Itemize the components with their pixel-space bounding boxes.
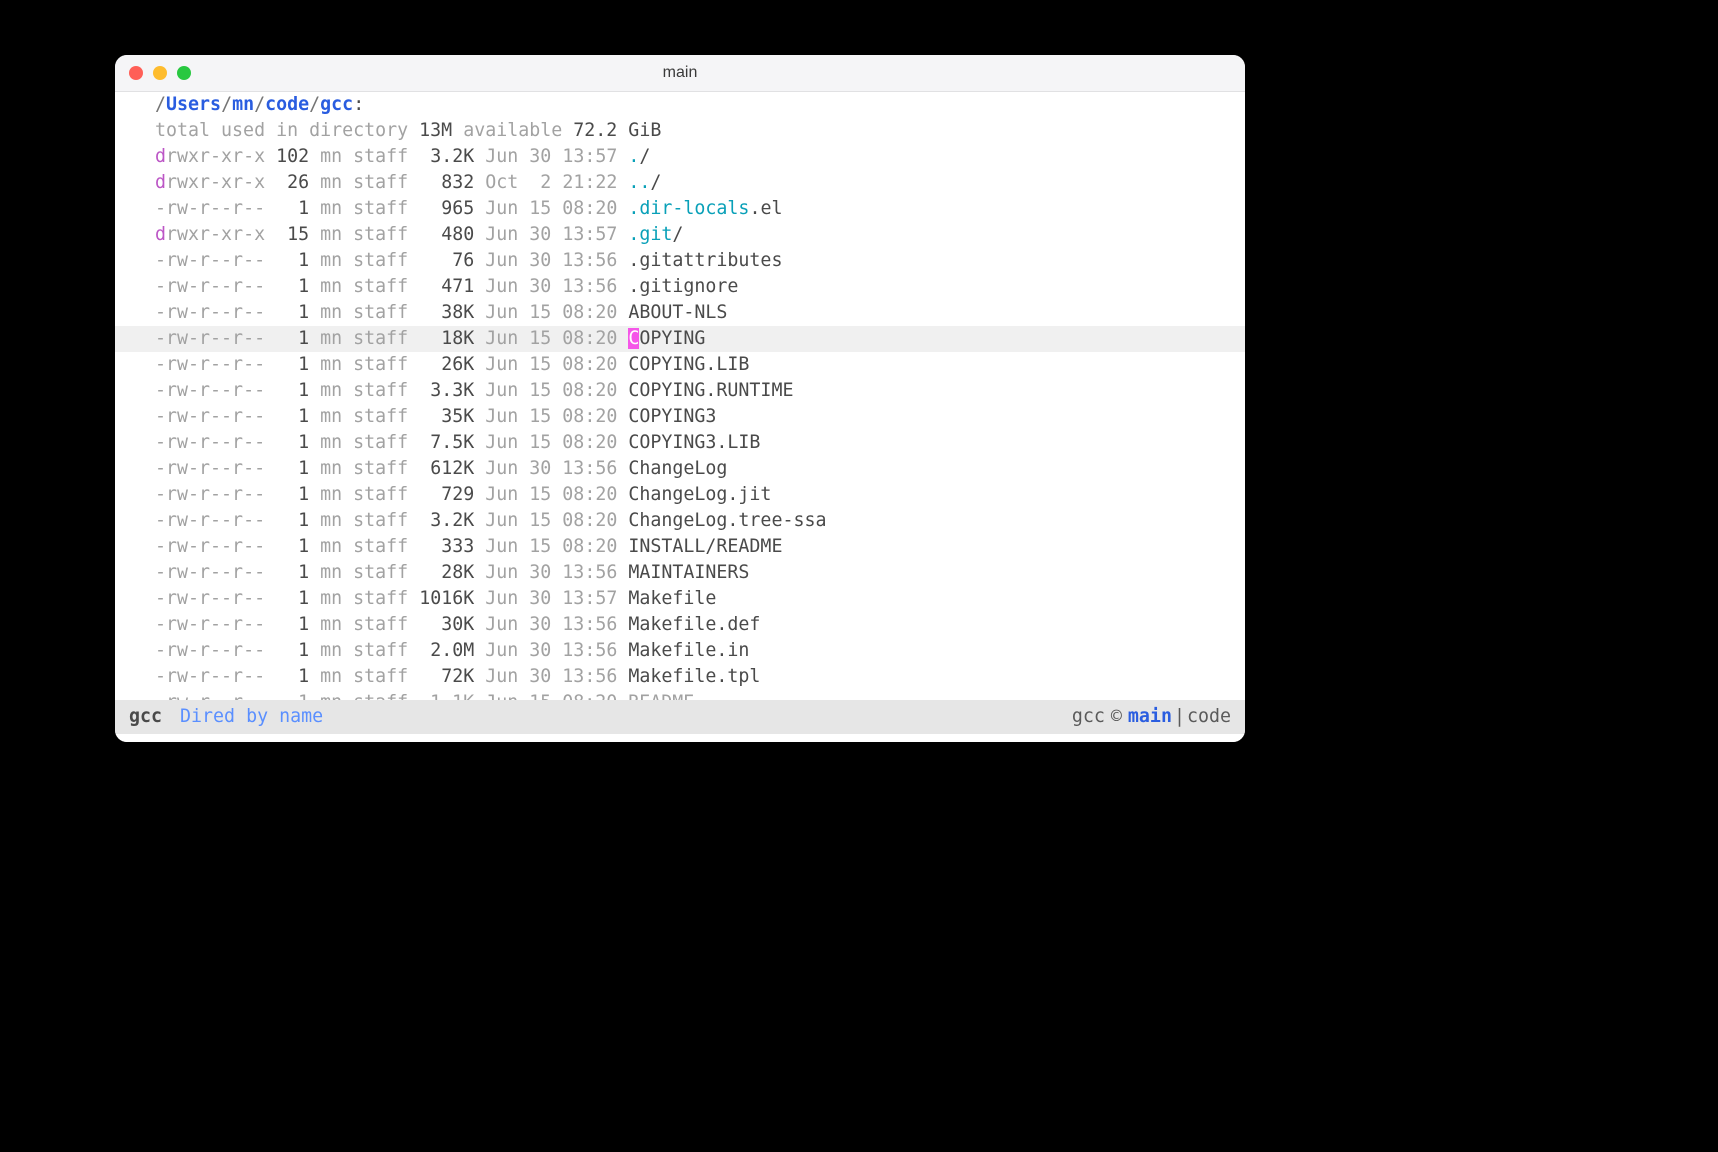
dired-entry[interactable]: -rw-r--r-- 1 mn staff 38K Jun 15 08:20 A… bbox=[115, 300, 1245, 326]
mode-line[interactable]: gcc Dired by name gcc © main | code bbox=[115, 700, 1245, 734]
modeline-major-mode[interactable]: Dired by name bbox=[180, 704, 323, 730]
dired-entry[interactable]: -rw-r--r-- 1 mn staff 729 Jun 15 08:20 C… bbox=[115, 482, 1245, 508]
window-title: main bbox=[115, 60, 1245, 86]
dired-entry[interactable]: -rw-r--r-- 1 mn staff 3.3K Jun 15 08:20 … bbox=[115, 378, 1245, 404]
dired-entry[interactable]: -rw-r--r-- 1 mn staff 965 Jun 15 08:20 .… bbox=[115, 196, 1245, 222]
dired-entry[interactable]: -rw-r--r-- 1 mn staff 76 Jun 30 13:56 .g… bbox=[115, 248, 1245, 274]
dired-entry-partial: -rw-r--r-- 1 mn staff 1.1K Jun 15 08:20 … bbox=[115, 690, 1245, 700]
modeline-separator: | bbox=[1172, 704, 1187, 730]
dired-entry[interactable]: -rw-r--r-- 1 mn staff 18K Jun 15 08:20 C… bbox=[115, 326, 1245, 352]
dired-entry[interactable]: -rw-r--r-- 1 mn staff 333 Jun 15 08:20 I… bbox=[115, 534, 1245, 560]
dired-entry[interactable]: -rw-r--r-- 1 mn staff 471 Jun 30 13:56 .… bbox=[115, 274, 1245, 300]
modeline-vcs-glyph: © bbox=[1105, 704, 1128, 730]
titlebar[interactable]: main bbox=[115, 55, 1245, 92]
dired-entry[interactable]: -rw-r--r-- 1 mn staff 28K Jun 30 13:56 M… bbox=[115, 560, 1245, 586]
dired-entry[interactable]: -rw-r--r-- 1 mn staff 2.0M Jun 30 13:56 … bbox=[115, 638, 1245, 664]
modeline-branch[interactable]: main bbox=[1128, 704, 1172, 730]
dired-path: /Users/mn/code/gcc: bbox=[115, 92, 1245, 118]
dired-entry[interactable]: -rw-r--r-- 1 mn staff 26K Jun 15 08:20 C… bbox=[115, 352, 1245, 378]
dired-entry[interactable]: drwxr-xr-x 26 mn staff 832 Oct 2 21:22 .… bbox=[115, 170, 1245, 196]
emacs-frame: main /Users/mn/code/gcc: total used in d… bbox=[115, 55, 1245, 742]
dired-entry[interactable]: drwxr-xr-x 102 mn staff 3.2K Jun 30 13:5… bbox=[115, 144, 1245, 170]
modeline-project: gcc bbox=[1072, 704, 1105, 730]
dired-buffer[interactable]: /Users/mn/code/gcc: total used in direct… bbox=[115, 92, 1245, 700]
dired-entry[interactable]: -rw-r--r-- 1 mn staff 7.5K Jun 15 08:20 … bbox=[115, 430, 1245, 456]
modeline-buffer-name[interactable]: gcc bbox=[129, 704, 162, 730]
dired-entry[interactable]: -rw-r--r-- 1 mn staff 30K Jun 30 13:56 M… bbox=[115, 612, 1245, 638]
dired-entry[interactable]: -rw-r--r-- 1 mn staff 72K Jun 30 13:56 M… bbox=[115, 664, 1245, 690]
dired-summary: total used in directory 13M available 72… bbox=[115, 118, 1245, 144]
echo-area bbox=[115, 734, 1245, 742]
dired-entry[interactable]: -rw-r--r-- 1 mn staff 3.2K Jun 15 08:20 … bbox=[115, 508, 1245, 534]
dired-entry[interactable]: -rw-r--r-- 1 mn staff 35K Jun 15 08:20 C… bbox=[115, 404, 1245, 430]
dired-entry[interactable]: -rw-r--r-- 1 mn staff 612K Jun 30 13:56 … bbox=[115, 456, 1245, 482]
dired-entry[interactable]: drwxr-xr-x 15 mn staff 480 Jun 30 13:57 … bbox=[115, 222, 1245, 248]
dired-entry[interactable]: ? -rw-r--r-- 1 mn staff 1016K Jun 30 13:… bbox=[115, 586, 1245, 612]
modeline-workspace: code bbox=[1187, 704, 1231, 730]
